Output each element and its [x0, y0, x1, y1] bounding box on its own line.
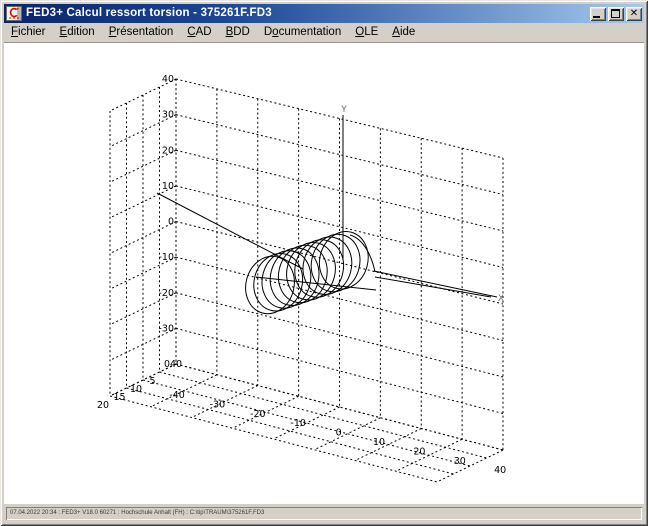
torsion-spring-3d-plot: 40 30 20 10 0 -10 -20 -30 0 40 5 10 15 20 -40 -30 -20 -10… — [4, 43, 644, 503]
spring-coil-loop — [280, 237, 341, 305]
spring-coil-loop — [239, 251, 300, 319]
close-button[interactable]: ✕ — [626, 7, 642, 21]
tick-label: 40 — [170, 359, 182, 370]
spring-coil-loop — [248, 248, 309, 316]
menu-item-edition[interactable]: Edition — [53, 24, 102, 41]
axis-letters: YX — [340, 105, 504, 304]
status-bar: 07.04.2022 20:34 : FED3+ V18.0 60271 : H… — [4, 504, 644, 522]
menu-item-ole[interactable]: OLE — [348, 24, 385, 41]
spring-coil-loop — [272, 240, 333, 308]
tick-label: Y — [340, 105, 347, 115]
tick-label: 20 — [97, 400, 109, 411]
tick-label: -20 — [158, 288, 174, 299]
tick-label: 40 — [162, 74, 174, 85]
tick-label: 10 — [373, 437, 385, 448]
menu-item-fichier[interactable]: Fichier — [4, 24, 53, 41]
tick-label: 0 — [336, 428, 342, 439]
menu-item-bdd[interactable]: BDD — [219, 24, 257, 41]
tick-label: 20 — [162, 145, 174, 156]
minimize-button[interactable] — [590, 7, 606, 21]
spring-coil-loop — [264, 243, 325, 311]
close-icon: ✕ — [626, 7, 642, 21]
tick-label: 5 — [149, 376, 155, 387]
tick-label: -30 — [158, 323, 174, 334]
spring-coil-loop — [297, 232, 358, 300]
plot-client-area: 40 30 20 10 0 -10 -20 -30 0 40 5 10 15 20 -40 -30 -20 -10… — [4, 42, 644, 504]
tick-label: 30 — [162, 110, 174, 121]
menu-item-prsentation[interactable]: Présentation — [102, 24, 181, 41]
grid-back-wall — [176, 79, 503, 450]
maximize-icon — [611, 9, 620, 18]
status-text: 07.04.2022 20:34 : FED3+ V18.0 60271 : H… — [6, 507, 642, 520]
menu-item-cad[interactable]: CAD — [180, 24, 218, 41]
tick-label: -30 — [210, 399, 226, 410]
window-controls: ✕ — [590, 7, 642, 21]
menu-item-aide[interactable]: Aide — [385, 24, 422, 41]
tick-label: -40 — [169, 390, 185, 401]
minimize-icon — [593, 16, 600, 18]
tick-label: 10 — [162, 181, 174, 192]
tick-labels: 40 30 20 10 0 -10 -20 -30 0 40 5 10 15 20 -40 -30 -20 -10… — [97, 74, 506, 476]
tick-label: 30 — [454, 456, 466, 467]
app-icon[interactable] — [6, 6, 22, 21]
menu-bar: FichierEditionPrésentationCADBDDDocument… — [4, 23, 644, 42]
tick-label: 40 — [494, 465, 506, 476]
grid-floor — [110, 364, 503, 482]
title-bar[interactable]: FED3+ Calcul ressort torsion - 375261F.F… — [4, 4, 644, 23]
menu-item-documentation[interactable]: Documentation — [257, 24, 348, 41]
grid-left-wall — [110, 79, 176, 396]
application-window: FED3+ Calcul ressort torsion - 375261F.F… — [0, 0, 648, 526]
window-title: FED3+ Calcul ressort torsion - 375261F.F… — [26, 7, 586, 20]
tick-label: -20 — [250, 409, 266, 420]
spring-coil-loop — [256, 245, 317, 313]
tick-label: 0 — [168, 217, 174, 228]
maximize-button[interactable] — [608, 7, 624, 21]
spring-icon — [7, 7, 21, 20]
tick-label: 15 — [113, 392, 125, 403]
spring-coil-loop — [289, 234, 350, 302]
spring-wire — [157, 193, 497, 319]
tick-label: -10 — [290, 418, 306, 429]
tick-label: 20 — [413, 446, 425, 457]
tick-label: X — [498, 294, 504, 304]
tick-label: 10 — [130, 384, 142, 395]
tick-label: -10 — [158, 252, 174, 263]
